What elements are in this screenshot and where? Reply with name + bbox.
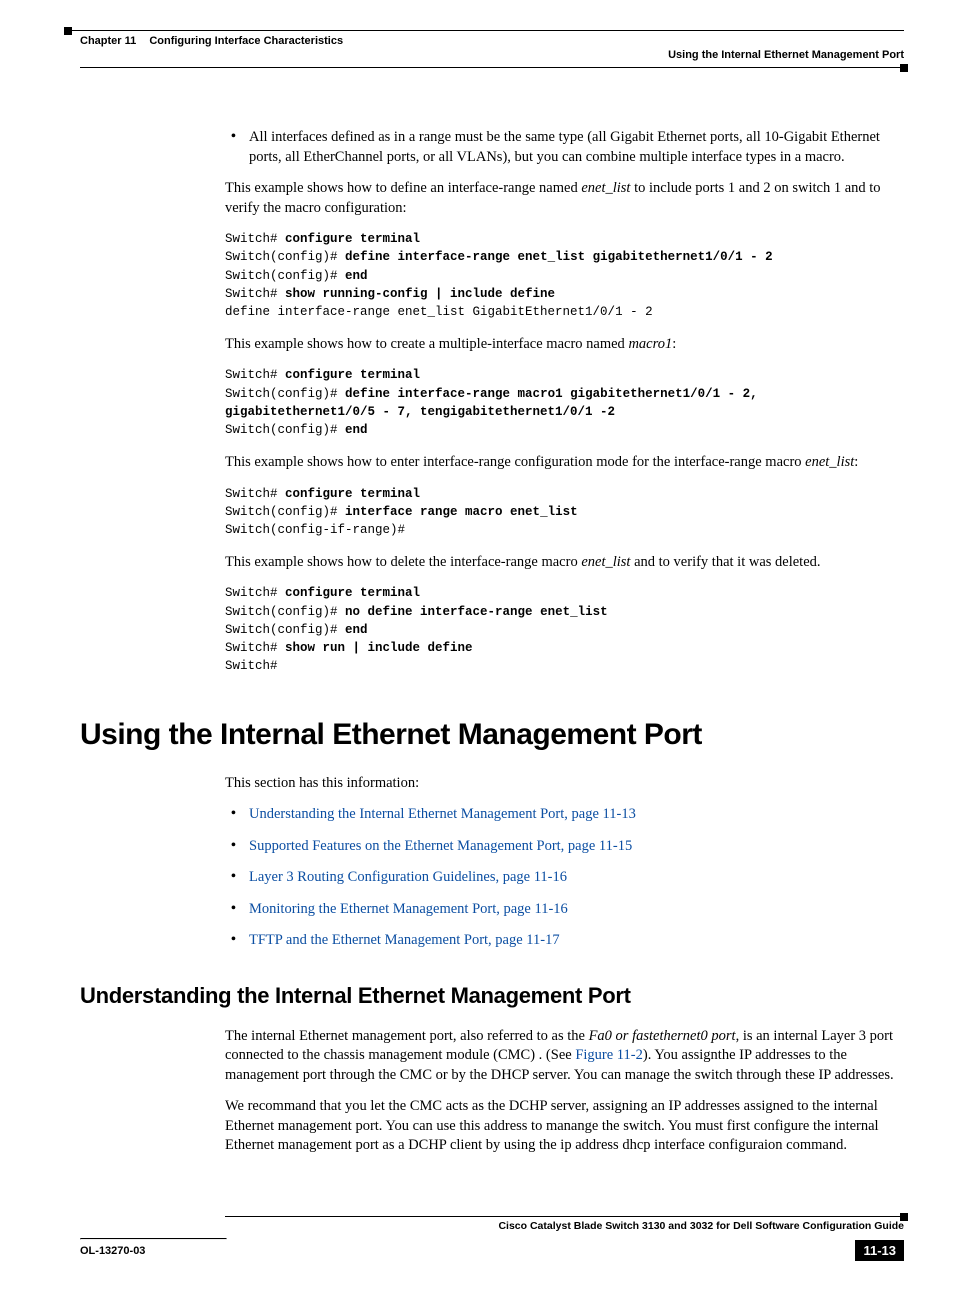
footer-doc-id: OL-13270-03: [80, 1245, 145, 1257]
heading-2: Understanding the Internal Ethernet Mana…: [80, 981, 904, 1011]
list-item: All interfaces defined as in a range mus…: [225, 128, 904, 167]
doc-link[interactable]: TFTP and the Ethernet Management Port, p…: [249, 932, 560, 948]
link-list: Understanding the Internal Ethernet Mana…: [225, 805, 904, 951]
intro-bullet-list: All interfaces defined as in a range mus…: [225, 128, 904, 167]
doc-link[interactable]: Layer 3 Routing Configuration Guidelines…: [249, 869, 567, 885]
chapter-header: Chapter 11 Configuring Interface Charact…: [80, 35, 904, 47]
doc-link[interactable]: Supported Features on the Ethernet Manag…: [249, 838, 632, 854]
list-item: TFTP and the Ethernet Management Port, p…: [225, 931, 904, 951]
list-item: Supported Features on the Ethernet Manag…: [225, 837, 904, 857]
figure-link[interactable]: Figure 11-2: [575, 1047, 643, 1063]
chapter-number: Chapter 11: [80, 35, 136, 47]
section-header: Using the Internal Ethernet Management P…: [80, 49, 904, 61]
paragraph: The internal Ethernet management port, a…: [225, 1027, 904, 1086]
doc-link[interactable]: Monitoring the Ethernet Management Port,…: [249, 901, 568, 917]
chapter-title: Configuring Interface Characteristics: [149, 35, 343, 47]
doc-link[interactable]: Understanding the Internal Ethernet Mana…: [249, 806, 636, 822]
paragraph: This example shows how to create a multi…: [225, 335, 904, 355]
code-block: Switch# configure terminal Switch(config…: [225, 230, 904, 321]
code-block: Switch# configure terminal Switch(config…: [225, 485, 904, 539]
heading-1: Using the Internal Ethernet Management P…: [80, 715, 904, 756]
code-block: Switch# configure terminal Switch(config…: [225, 584, 904, 675]
paragraph: This example shows how to delete the int…: [225, 553, 904, 573]
list-item: Layer 3 Routing Configuration Guidelines…: [225, 868, 904, 888]
paragraph: We recommand that you let the CMC acts a…: [225, 1097, 904, 1156]
page-footer: Cisco Catalyst Blade Switch 3130 and 303…: [80, 1216, 904, 1261]
page-number: 11-13: [855, 1240, 904, 1261]
paragraph: This section has this information:: [225, 774, 904, 794]
list-item: Understanding the Internal Ethernet Mana…: [225, 805, 904, 825]
paragraph: This example shows how to enter interfac…: [225, 453, 904, 473]
paragraph: This example shows how to define an inte…: [225, 179, 904, 218]
code-block: Switch# configure terminal Switch(config…: [225, 366, 904, 439]
footer-guide-title: Cisco Catalyst Blade Switch 3130 and 303…: [80, 1220, 904, 1232]
list-item: Monitoring the Ethernet Management Port,…: [225, 900, 904, 920]
